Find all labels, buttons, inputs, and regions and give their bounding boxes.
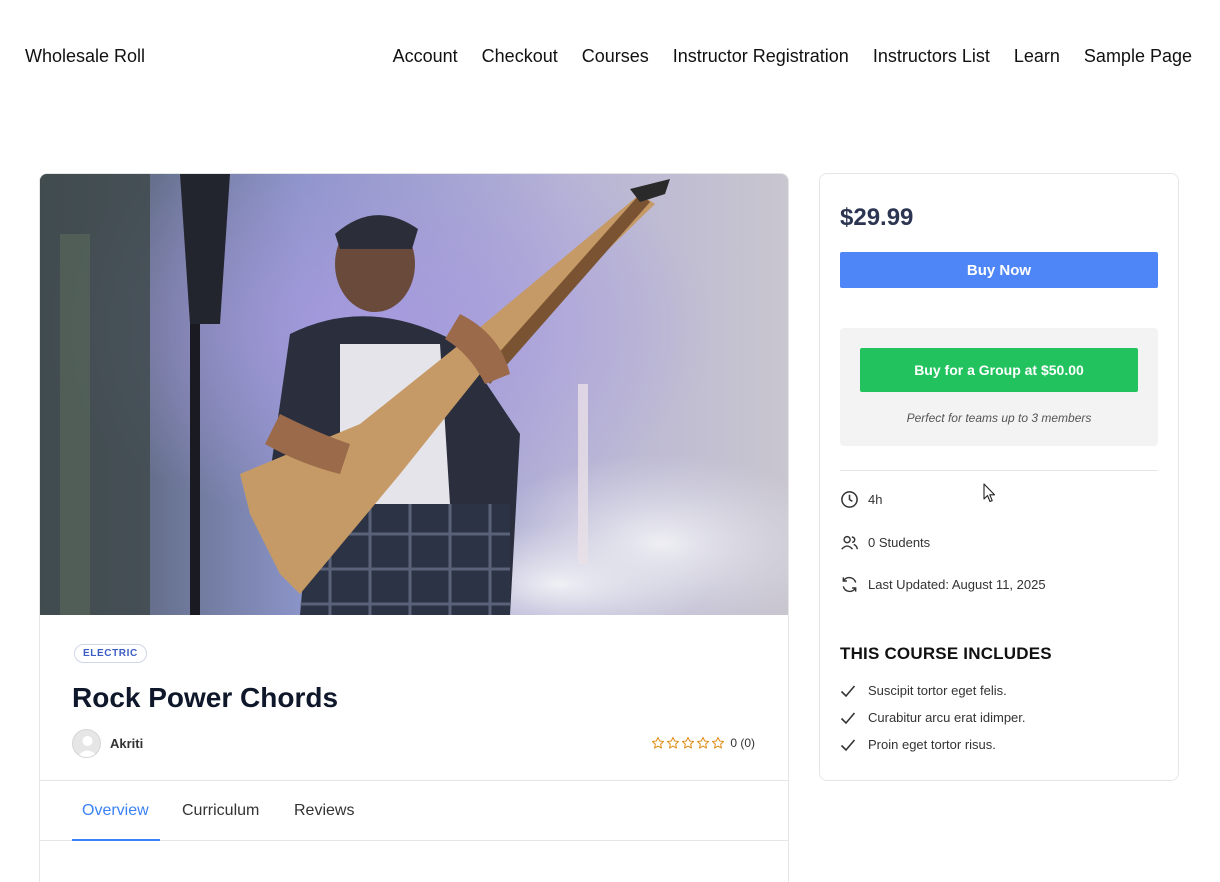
star-outline-icon xyxy=(667,736,680,749)
star-outline-icon xyxy=(682,736,695,749)
nav-item-sample-page[interactable]: Sample Page xyxy=(1084,46,1192,67)
tab-overview[interactable]: Overview xyxy=(72,781,160,841)
include-item-text: Suscipit tortor eget felis. xyxy=(868,683,1007,698)
nav-item-learn[interactable]: Learn xyxy=(1014,46,1060,67)
nav-item-checkout[interactable]: Checkout xyxy=(482,46,558,67)
check-icon xyxy=(840,711,856,725)
group-purchase-box: Buy for a Group at $50.00 Perfect for te… xyxy=(840,328,1158,446)
include-item: Suscipit tortor eget felis. xyxy=(840,683,1007,698)
nav-item-instructor-registration[interactable]: Instructor Registration xyxy=(673,46,849,67)
course-students: 0 Students xyxy=(840,533,930,552)
refresh-icon xyxy=(840,575,859,594)
users-icon xyxy=(840,533,859,552)
star-outline-icon xyxy=(712,736,725,749)
course-author[interactable]: Akriti xyxy=(72,729,143,758)
last-updated-text: Last Updated: August 11, 2025 xyxy=(868,577,1046,592)
category-tag[interactable]: ELECTRIC xyxy=(74,644,147,663)
tab-curriculum[interactable]: Curriculum xyxy=(182,781,259,841)
mouse-cursor-icon xyxy=(983,483,997,508)
site-title[interactable]: Wholesale Roll xyxy=(25,46,145,67)
course-card: ELECTRIC Rock Power Chords Akriti 0 (0) … xyxy=(39,173,789,882)
students-text: 0 Students xyxy=(868,535,931,550)
star-outline-icon xyxy=(652,736,665,749)
include-item: Proin eget tortor risus. xyxy=(840,737,996,752)
course-rating: 0 (0) xyxy=(651,736,755,750)
primary-nav: Account Checkout Courses Instructor Regi… xyxy=(393,46,1192,67)
include-item-text: Curabitur arcu erat idimper. xyxy=(868,710,1026,725)
duration-text: 4h xyxy=(868,492,883,507)
buy-for-group-button[interactable]: Buy for a Group at $50.00 xyxy=(860,348,1138,392)
buy-now-button[interactable]: Buy Now xyxy=(840,252,1158,288)
tab-reviews[interactable]: Reviews xyxy=(294,781,354,841)
clock-icon xyxy=(840,490,859,509)
nav-item-courses[interactable]: Courses xyxy=(582,46,649,67)
course-thumbnail xyxy=(40,174,788,615)
course-price: $29.99 xyxy=(840,204,914,231)
rating-stars xyxy=(651,736,725,750)
star-outline-icon xyxy=(697,736,710,749)
check-icon xyxy=(840,684,856,698)
rating-count: 0 (0) xyxy=(730,736,755,750)
includes-title: THIS COURSE INCLUDES xyxy=(840,644,1052,663)
group-note: Perfect for teams up to 3 members xyxy=(906,411,1092,425)
author-name[interactable]: Akriti xyxy=(110,736,143,751)
course-tabs: Overview Curriculum Reviews xyxy=(40,780,788,841)
course-title: Rock Power Chords xyxy=(72,682,339,713)
divider xyxy=(840,470,1158,471)
avatar xyxy=(72,729,101,758)
course-duration: 4h xyxy=(840,490,882,509)
include-item-text: Proin eget tortor risus. xyxy=(868,737,996,752)
include-item: Curabitur arcu erat idimper. xyxy=(840,710,1026,725)
nav-item-instructors-list[interactable]: Instructors List xyxy=(873,46,990,67)
check-icon xyxy=(840,738,856,752)
course-last-updated: Last Updated: August 11, 2025 xyxy=(840,575,1046,594)
nav-item-account[interactable]: Account xyxy=(393,46,458,67)
course-sidebar: $29.99 Buy Now Buy for a Group at $50.00… xyxy=(819,173,1179,781)
